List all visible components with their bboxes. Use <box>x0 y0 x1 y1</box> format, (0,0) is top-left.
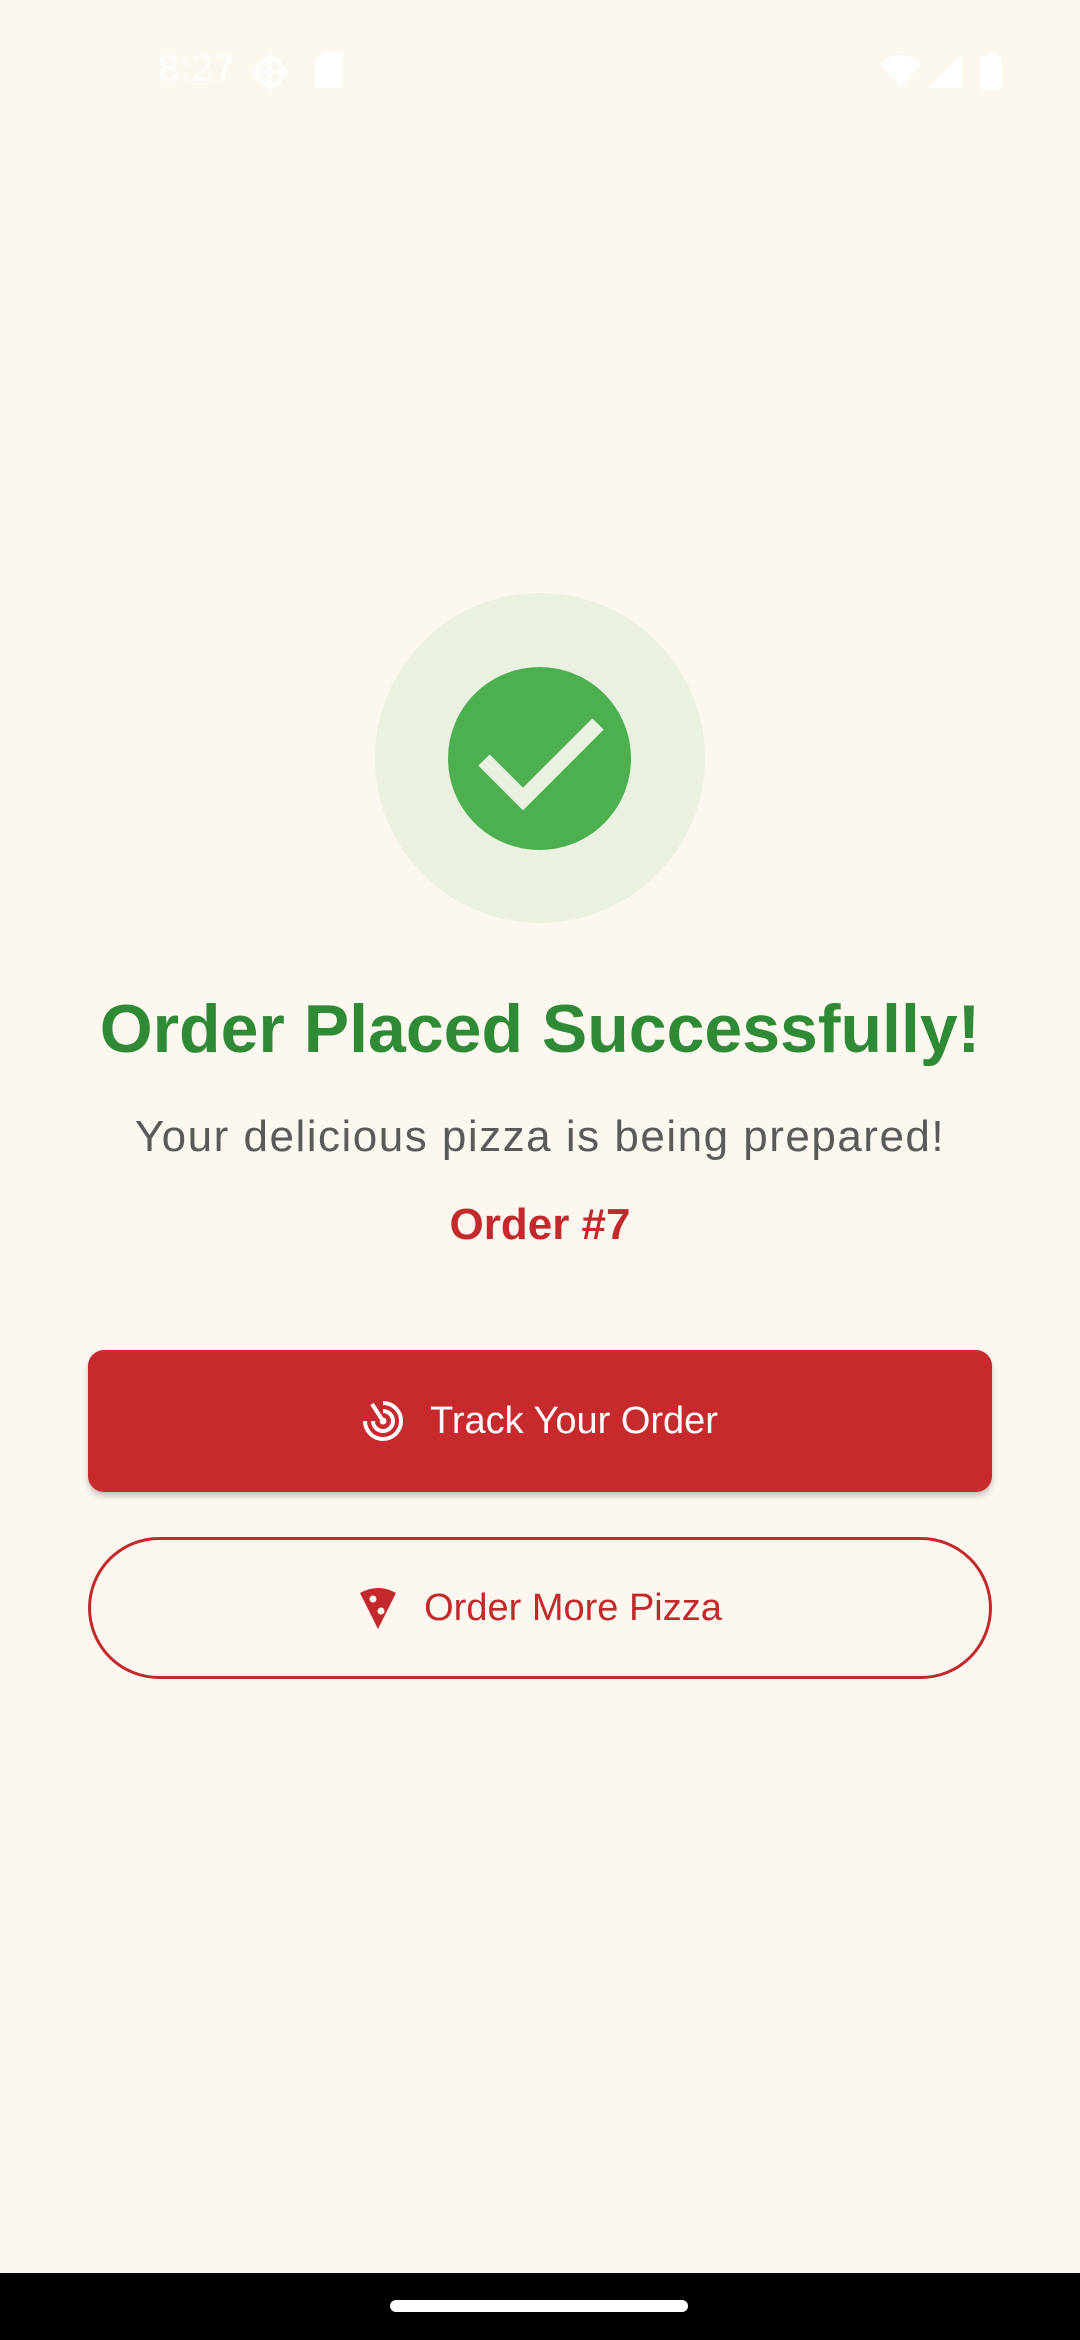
wifi-icon <box>880 54 922 93</box>
track-order-label: Track Your Order <box>430 1399 718 1442</box>
success-title: Order Placed Successfully! <box>99 991 981 1067</box>
location-crosshair-icon <box>250 52 290 97</box>
order-more-label: Order More Pizza <box>424 1586 722 1629</box>
sd-card-icon <box>315 52 345 93</box>
order-number: Order #7 <box>449 1200 631 1249</box>
track-radar-icon <box>362 1400 404 1442</box>
order-more-button[interactable]: Order More Pizza <box>88 1537 992 1679</box>
battery-icon <box>980 52 1002 95</box>
home-indicator[interactable] <box>390 2300 688 2312</box>
pizza-slice-icon <box>358 1587 398 1629</box>
track-order-button[interactable]: Track Your Order <box>88 1350 992 1492</box>
status-time: 8:27 <box>158 48 236 90</box>
signal-icon <box>928 54 962 93</box>
status-bar: 8:27 <box>0 0 1080 140</box>
check-circle-icon <box>448 667 631 850</box>
success-subtitle: Your delicious pizza is being prepared! <box>134 1112 946 1161</box>
